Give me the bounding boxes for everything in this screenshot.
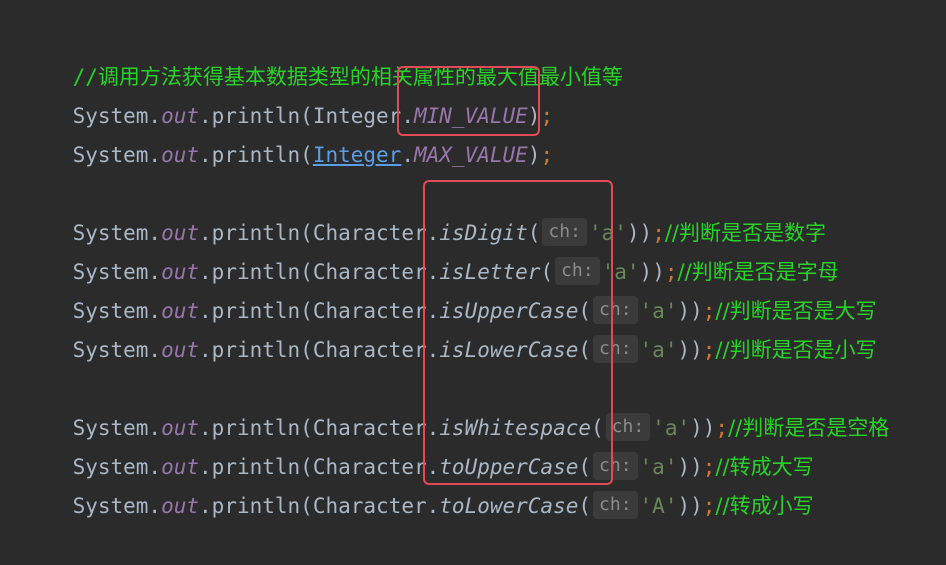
highlight-box-constants bbox=[397, 66, 540, 136]
max-value-constant: MAX_VALUE bbox=[414, 143, 528, 167]
code-line-to-lower-case: System.out.println(Character.toLowerCase… bbox=[22, 448, 814, 519]
inline-comment: //转成小写 bbox=[715, 494, 814, 518]
to-lower-case-method: toLowerCase bbox=[439, 494, 579, 518]
highlight-box-methods bbox=[423, 180, 613, 485]
integer-class-link[interactable]: Integer bbox=[313, 143, 402, 167]
char-literal: 'a' bbox=[639, 338, 678, 362]
character-class: Character bbox=[312, 494, 427, 518]
out-field: out bbox=[161, 494, 200, 518]
dot-token: . bbox=[426, 494, 440, 518]
close-paren: )) bbox=[677, 494, 703, 518]
parameter-hint: ch: bbox=[593, 491, 638, 519]
dot-token: . bbox=[401, 143, 414, 167]
close-paren: ) bbox=[527, 143, 541, 167]
char-literal: 'A' bbox=[639, 494, 678, 518]
close-paren: )) bbox=[677, 338, 703, 362]
character-class: Character bbox=[312, 338, 427, 362]
semicolon: ; bbox=[702, 338, 716, 362]
system-token: System. bbox=[72, 494, 162, 518]
code-editor[interactable]: //调用方法获得基本数据类型的相关属性的最大值最小值等 System.out.p… bbox=[0, 0, 946, 519]
inline-comment: //判断是否是小写 bbox=[715, 338, 877, 362]
out-field: out bbox=[161, 338, 200, 362]
system-token: System. bbox=[72, 338, 162, 362]
system-token: System. bbox=[72, 143, 162, 167]
println-token: .println( bbox=[199, 494, 313, 518]
code-comment-line: //调用方法获得基本数据类型的相关属性的最大值最小值等 bbox=[22, 19, 623, 89]
open-paren: ( bbox=[578, 494, 592, 518]
println-token: .println( bbox=[199, 338, 313, 362]
semicolon: ; bbox=[540, 143, 554, 167]
semicolon: ; bbox=[702, 494, 716, 518]
println-token: .println( bbox=[199, 143, 313, 167]
out-field: out bbox=[161, 143, 200, 167]
code-line-to-upper-case: System.out.println(Character.toUpperCase… bbox=[22, 409, 814, 480]
